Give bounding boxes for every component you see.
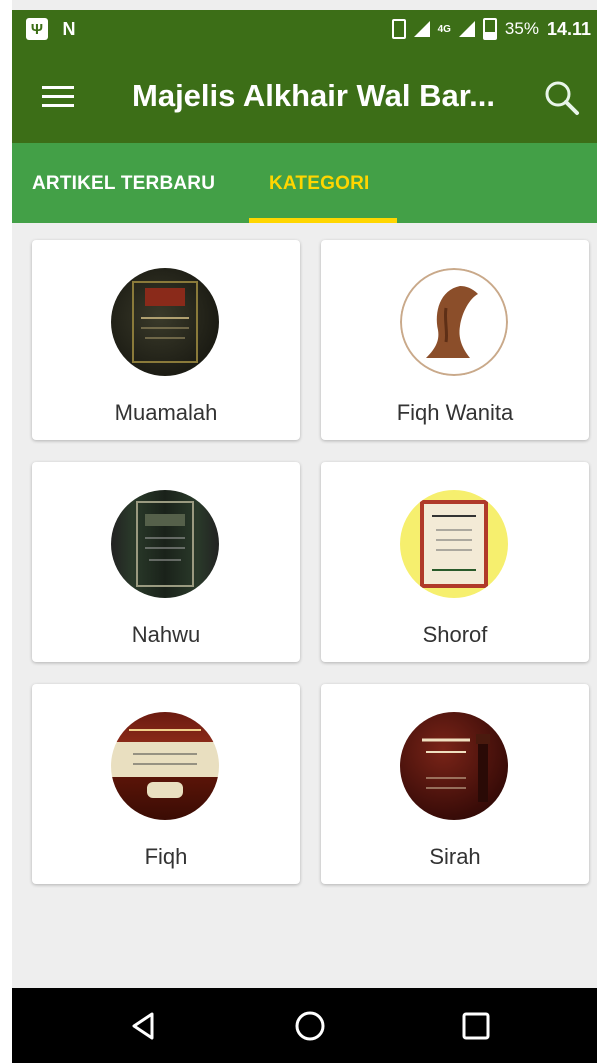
category-card-nahwu[interactable]: Nahwu: [32, 462, 300, 662]
signal-icon: [413, 21, 430, 37]
category-label: Fiqh Wanita: [396, 400, 514, 425]
status-bar: Ψ N 4G 35% 14.11: [12, 10, 597, 50]
category-label: Nahwu: [131, 622, 201, 647]
usb-icon: Ψ: [26, 18, 48, 40]
vibrate-icon: [391, 19, 406, 39]
category-card-fiqh[interactable]: Fiqh: [32, 684, 300, 884]
category-image: [111, 268, 219, 376]
app-screen: Ψ N 4G 35% 14.11 Majelis Alkhair Wal Bar…: [12, 0, 597, 1063]
category-card-sirah[interactable]: Sirah: [321, 684, 589, 884]
network-type-icon: 4G: [437, 23, 451, 35]
category-label: Muamalah: [114, 400, 218, 425]
category-image: [400, 490, 508, 598]
clock: 14.11: [546, 18, 591, 39]
tab-active-indicator: [249, 218, 397, 223]
category-card-shorof[interactable]: Shorof: [321, 462, 589, 662]
menu-icon[interactable]: [42, 86, 74, 108]
category-image: [111, 712, 219, 820]
category-card-muamalah[interactable]: Muamalah: [32, 240, 300, 440]
signal-icon-2: [458, 21, 475, 37]
category-image: [400, 712, 508, 820]
app-toolbar: Majelis Alkhair Wal Bar...: [12, 50, 597, 143]
search-icon[interactable]: [542, 78, 582, 118]
category-image: [111, 490, 219, 598]
tab-bar: ARTIKEL TERBARU KATEGORI: [12, 143, 597, 223]
battery-icon: [482, 18, 497, 40]
recents-icon[interactable]: [458, 1008, 494, 1044]
category-image: [400, 268, 508, 376]
back-icon[interactable]: [126, 1008, 162, 1044]
battery-percent: 35%: [504, 19, 539, 38]
tab-artikel-terbaru[interactable]: ARTIKEL TERBARU: [32, 173, 215, 195]
system-nav-bar: [12, 988, 597, 1063]
tab-kategori[interactable]: KATEGORI: [269, 173, 369, 195]
category-label: Sirah: [429, 844, 481, 869]
notification-n-icon: N: [62, 18, 76, 39]
category-card-fiqh-wanita[interactable]: Fiqh Wanita: [321, 240, 589, 440]
category-label: Shorof: [422, 622, 488, 647]
app-title: Majelis Alkhair Wal Bar...: [132, 78, 495, 113]
category-label: Fiqh: [144, 844, 188, 869]
home-icon[interactable]: [292, 1008, 328, 1044]
